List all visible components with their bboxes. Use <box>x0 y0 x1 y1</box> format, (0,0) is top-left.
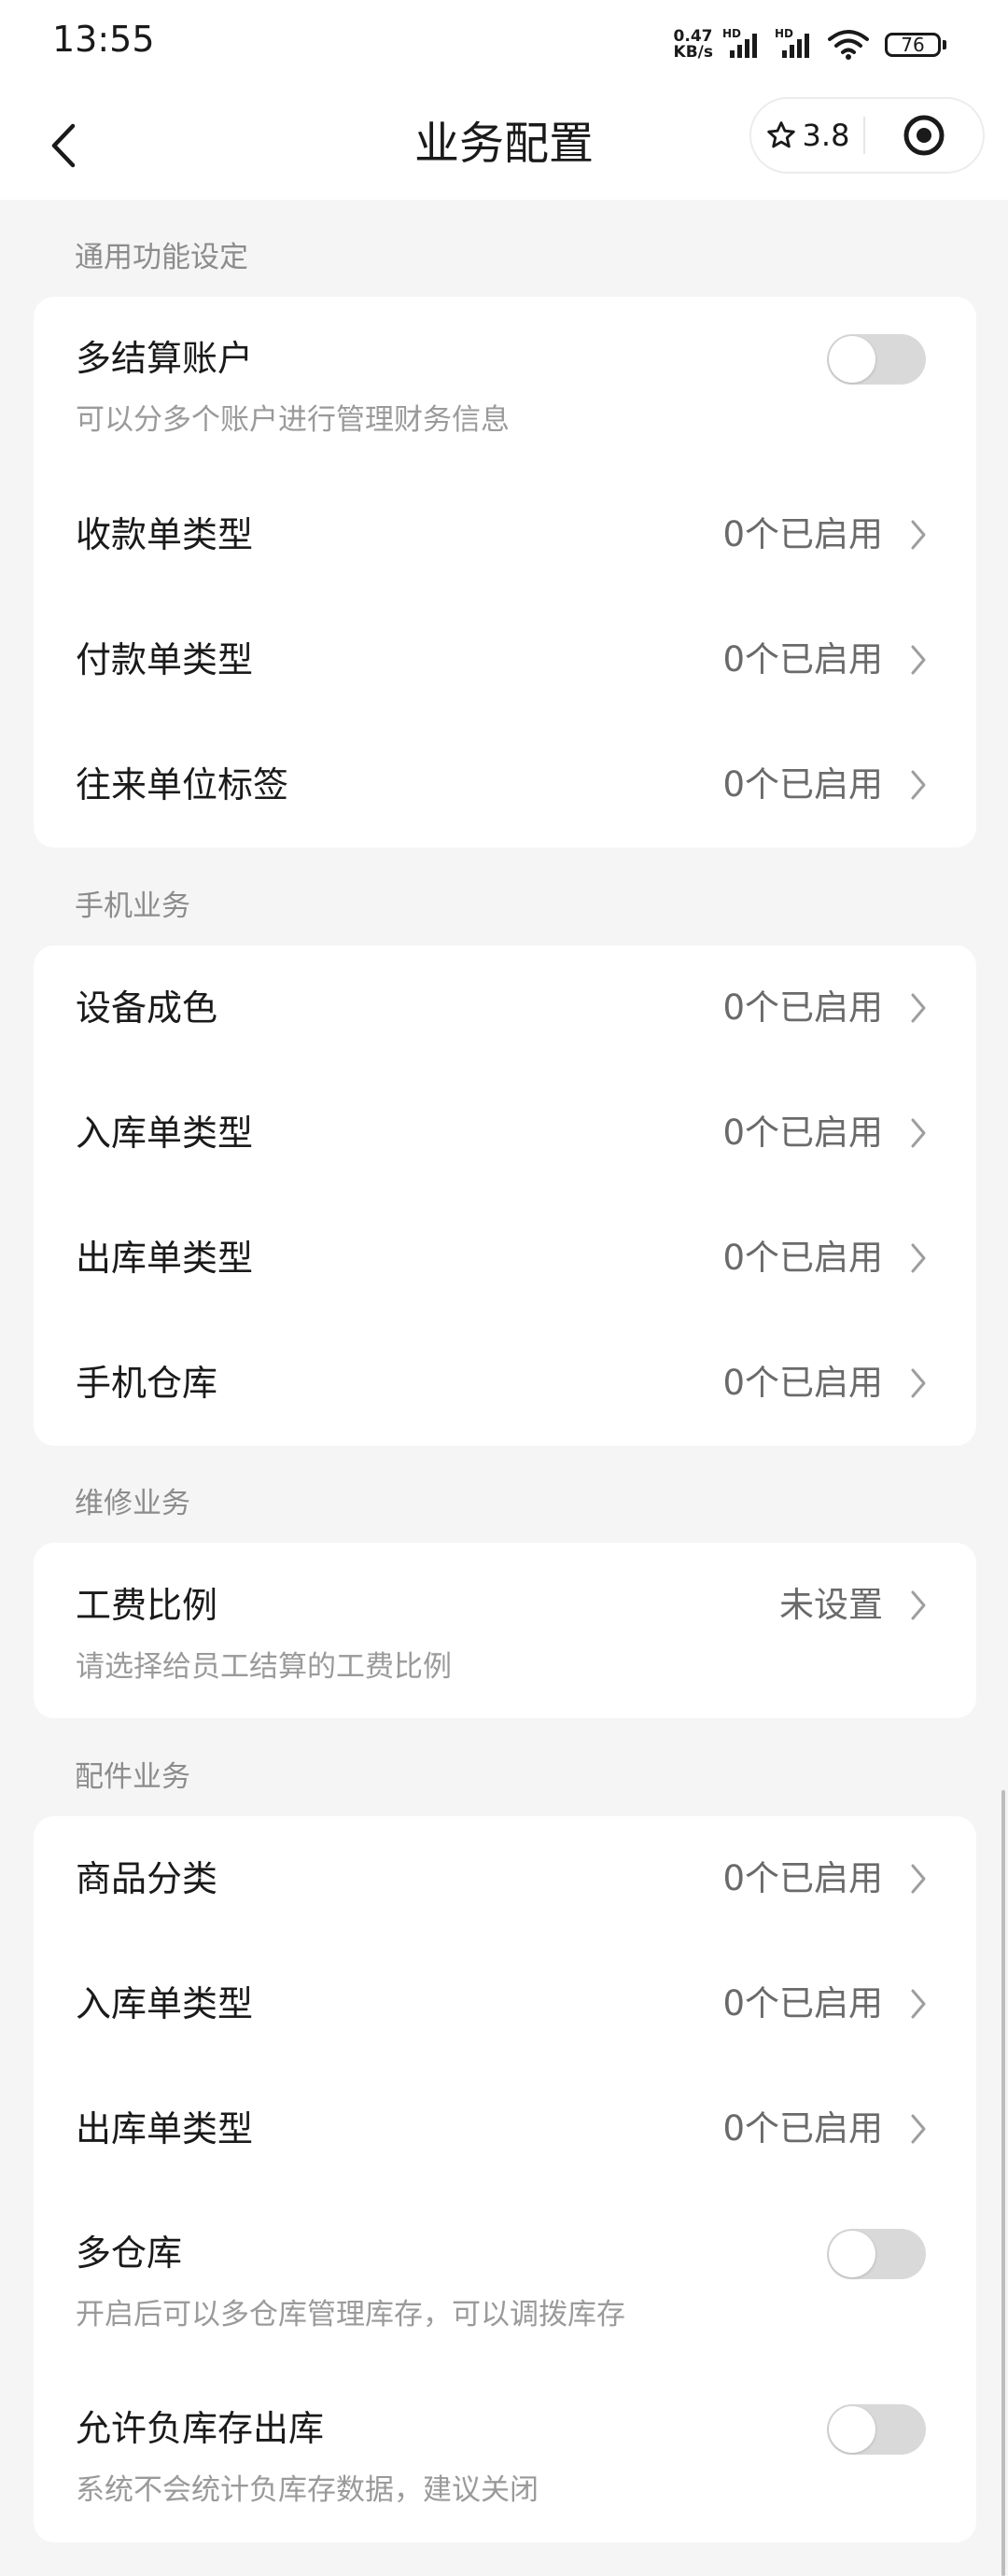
status-bar: 13:55 0.47 KB/s HD HD 76 <box>0 0 1008 90</box>
setting-row-device-condition[interactable]: 设备成色 0个已启用 <box>34 945 976 1071</box>
signal-icon: HD <box>775 28 819 62</box>
toggle-knob <box>829 2231 875 2277</box>
nav-bar: 业务配置 3.8 <box>0 90 1008 200</box>
setting-row-receipt-type[interactable]: 收款单类型 0个已启用 <box>34 472 976 597</box>
chevron-right-icon <box>911 1118 926 1148</box>
row-value: 0个已启用 <box>722 1113 883 1153</box>
rating-button[interactable]: 3.8 <box>751 99 863 172</box>
row-title: 往来单位标签 <box>76 764 289 805</box>
row-value: 0个已启用 <box>722 514 883 554</box>
setting-row-partner-tags[interactable]: 往来单位标签 0个已启用 <box>34 722 976 847</box>
row-value: 0个已启用 <box>722 1858 883 1898</box>
close-miniapp-button[interactable] <box>865 99 983 172</box>
row-title: 入库单类型 <box>76 1983 254 2024</box>
row-title: 出库单类型 <box>76 1238 254 1279</box>
setting-row-product-category[interactable]: 商品分类 0个已启用 <box>34 1816 976 1941</box>
row-title: 手机仓库 <box>76 1363 218 1404</box>
row-subtitle: 系统不会统计负库存数据，建议关闭 <box>76 2473 539 2507</box>
row-value: 0个已启用 <box>722 1983 883 2023</box>
status-time: 13:55 <box>52 19 155 60</box>
row-title: 允许负库存出库 <box>76 2408 325 2449</box>
row-value: 0个已启用 <box>722 2108 883 2149</box>
row-title: 多结算账户 <box>76 338 254 379</box>
chevron-right-icon <box>911 1590 926 1620</box>
wifi-icon <box>828 30 869 60</box>
section-label-repair: 维修业务 <box>75 1487 190 1520</box>
chevron-right-icon <box>911 1989 926 2019</box>
card-general: 多结算账户 可以分多个账户进行管理财务信息 收款单类型 0个已启用 付款单类型 … <box>34 297 976 847</box>
row-title: 工费比例 <box>76 1585 218 1626</box>
row-title: 收款单类型 <box>76 514 254 555</box>
chevron-right-icon <box>911 1864 926 1894</box>
network-speed: 0.47 KB/s <box>674 29 713 61</box>
negative-stock-toggle[interactable] <box>827 2404 926 2455</box>
multi-account-toggle[interactable] <box>827 334 926 385</box>
row-value: 0个已启用 <box>722 639 883 679</box>
card-parts: 商品分类 0个已启用 入库单类型 0个已启用 出库单类型 0个已启用 多仓库 开… <box>34 1816 976 2542</box>
row-subtitle: 可以分多个账户进行管理财务信息 <box>76 403 510 437</box>
miniapp-capsule: 3.8 <box>749 97 985 174</box>
setting-row-multi-warehouse: 多仓库 开启后可以多仓库管理库存，可以调拨库存 <box>34 2191 976 2367</box>
row-title: 出库单类型 <box>76 2108 254 2149</box>
star-outline-icon <box>766 121 795 148</box>
chevron-right-icon <box>911 770 926 800</box>
toggle-knob <box>829 336 875 383</box>
row-value: 0个已启用 <box>722 764 883 805</box>
section-label-phone: 手机业务 <box>75 889 190 923</box>
chevron-right-icon <box>911 2114 926 2144</box>
section-label-general: 通用功能设定 <box>75 241 248 274</box>
signal-icon: HD <box>722 28 767 62</box>
setting-row-payment-type[interactable]: 付款单类型 0个已启用 <box>34 597 976 722</box>
target-icon <box>903 115 945 156</box>
setting-row-parts-inbound-type[interactable]: 入库单类型 0个已启用 <box>34 1941 976 2066</box>
row-title: 商品分类 <box>76 1858 218 1899</box>
chevron-right-icon <box>911 1368 926 1398</box>
row-subtitle: 开启后可以多仓库管理库存，可以调拨库存 <box>76 2298 625 2331</box>
row-value: 未设置 <box>779 1585 883 1625</box>
chevron-right-icon <box>911 645 926 675</box>
section-label-parts: 配件业务 <box>75 1760 190 1794</box>
setting-row-phone-warehouse[interactable]: 手机仓库 0个已启用 <box>34 1321 976 1446</box>
status-icons: 0.47 KB/s HD HD 76 <box>674 24 946 65</box>
multi-warehouse-toggle[interactable] <box>827 2229 926 2279</box>
chevron-right-icon <box>911 520 926 550</box>
card-phone: 设备成色 0个已启用 入库单类型 0个已启用 出库单类型 0个已启用 手机仓库 … <box>34 945 976 1446</box>
row-title: 设备成色 <box>76 987 218 1029</box>
row-title: 多仓库 <box>76 2233 183 2274</box>
card-repair: 工费比例 未设置 请选择给员工结算的工费比例 <box>34 1543 976 1718</box>
row-value: 0个已启用 <box>722 1363 883 1403</box>
battery-level: 76 <box>885 33 941 57</box>
setting-row-phone-outbound-type[interactable]: 出库单类型 0个已启用 <box>34 1196 976 1321</box>
battery-icon: 76 <box>885 33 946 57</box>
setting-row-negative-stock: 允许负库存出库 系统不会统计负库存数据，建议关闭 <box>34 2367 976 2542</box>
toggle-knob <box>829 2406 875 2453</box>
row-title: 付款单类型 <box>76 639 254 680</box>
row-value: 0个已启用 <box>722 1238 883 1278</box>
setting-row-parts-outbound-type[interactable]: 出库单类型 0个已启用 <box>34 2066 976 2191</box>
scrollbar[interactable] <box>1001 1790 1005 2576</box>
chevron-right-icon <box>911 1243 926 1273</box>
rating-value: 3.8 <box>802 118 850 153</box>
network-speed-unit: KB/s <box>673 43 713 62</box>
chevron-right-icon <box>911 993 926 1023</box>
row-title: 入库单类型 <box>76 1113 254 1154</box>
setting-row-phone-inbound-type[interactable]: 入库单类型 0个已启用 <box>34 1071 976 1196</box>
row-subtitle: 请选择给员工结算的工费比例 <box>76 1650 452 1684</box>
setting-row-labor-ratio[interactable]: 工费比例 未设置 请选择给员工结算的工费比例 <box>34 1543 976 1718</box>
setting-row-multi-account: 多结算账户 可以分多个账户进行管理财务信息 <box>34 297 976 472</box>
row-value: 0个已启用 <box>722 987 883 1028</box>
